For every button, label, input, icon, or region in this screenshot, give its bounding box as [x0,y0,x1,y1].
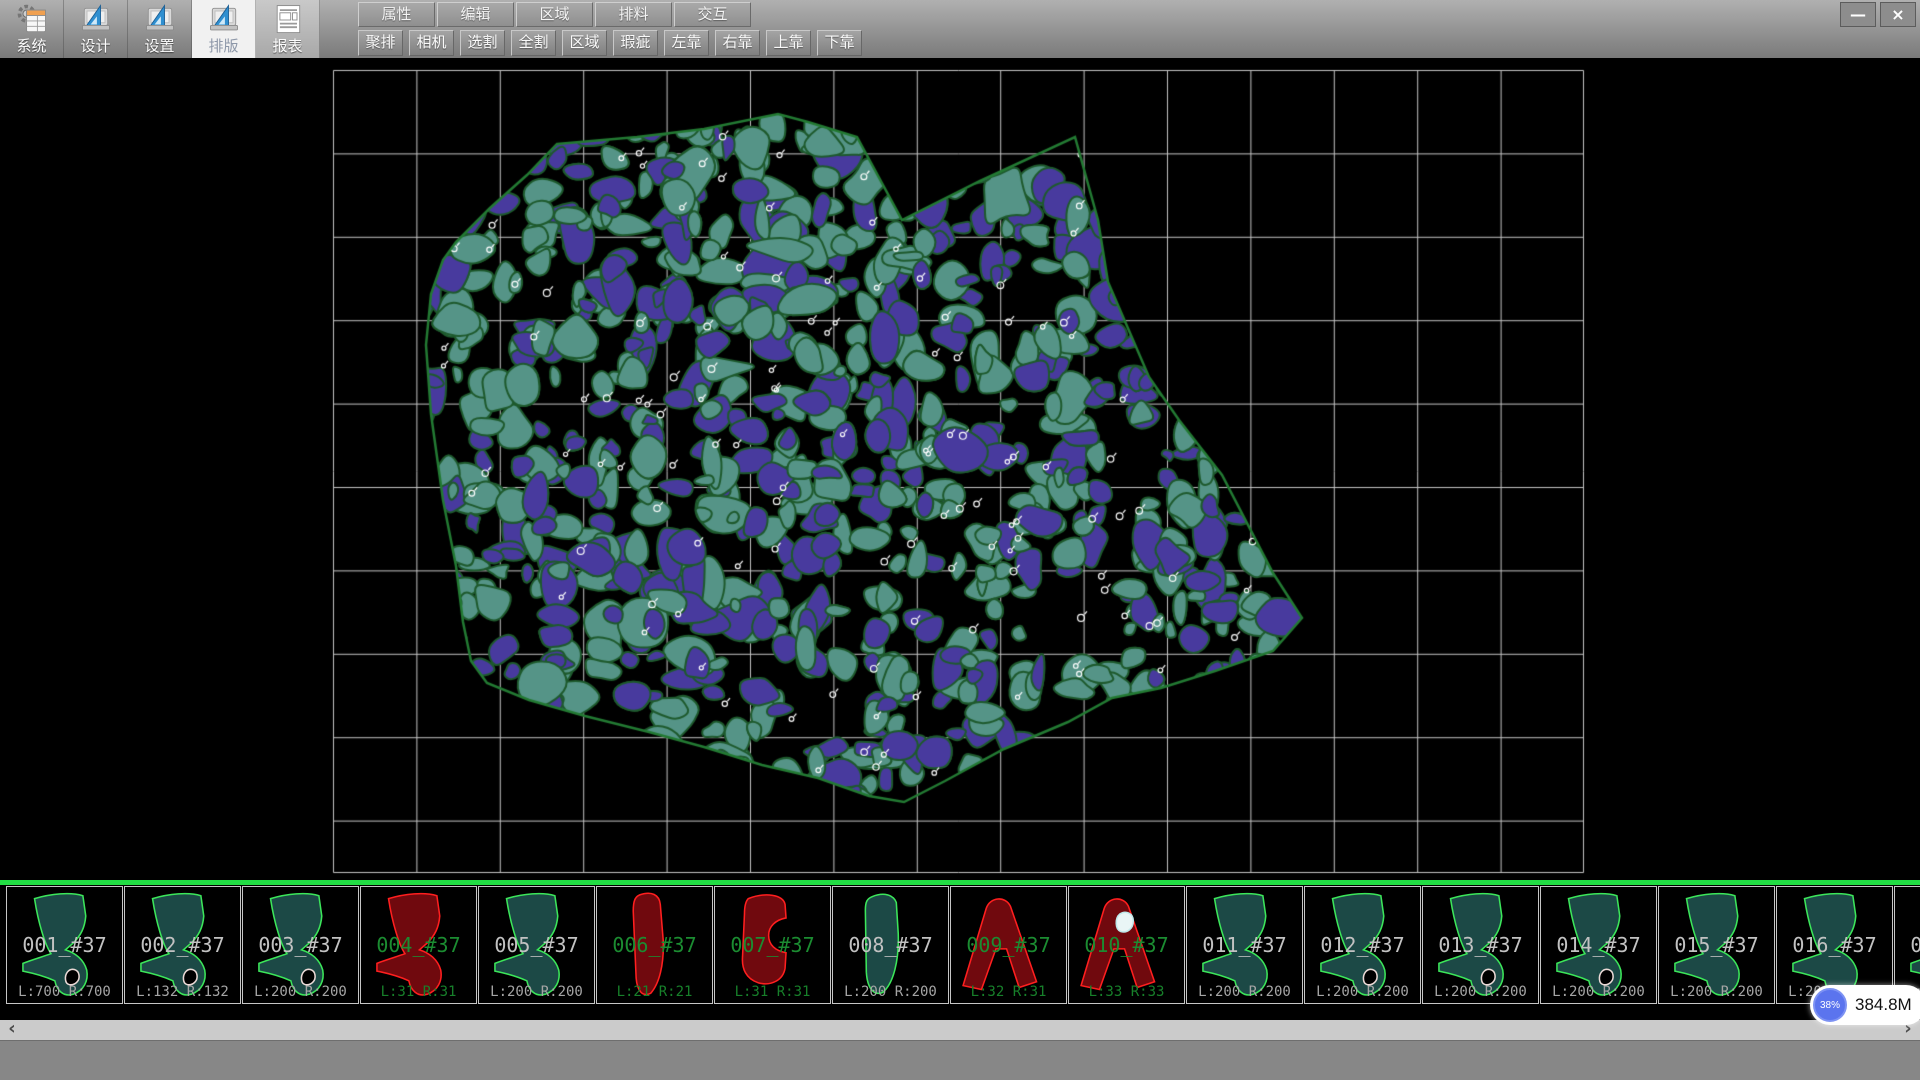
thumbnail-piece-011_#37[interactable]: 011_#37 L:200 R:200 [1186,886,1303,1004]
piece-id: 014_#37 [1541,933,1656,957]
app-tab-label: 排版 [208,38,238,56]
piece-id: 016_#37 [1777,933,1892,957]
thumbnail-piece-007_#37[interactable]: 007_#37 L:31 R:31 [714,886,831,1004]
nesting-canvas[interactable] [0,58,1920,880]
piece-id: 015_#37 [1659,933,1774,957]
piece-id: 003_#37 [243,933,358,957]
nesting-ruler-icon [204,2,244,38]
piece-lr-count: L:200 R:200 [479,984,594,1000]
piece-lr-count: L:200 R:200 [833,984,948,1000]
window-controls: — × [1840,2,1916,27]
piece-lr-count: L:200 R:200 [243,984,358,1000]
thumbnail-piece-010_#37[interactable]: 010_#37 L:33 R:33 [1068,886,1185,1004]
thumbnail-piece-014_#37[interactable]: 014_#37 L:200 R:200 [1540,886,1657,1004]
menu-area: 属性编辑区域排料交互 聚排相机选割全割区域瑕疵左靠右靠上靠下靠 [358,0,862,58]
piece-id: 008_#37 [833,933,948,957]
scroll-left-icon[interactable]: ‹ [2,1020,22,1040]
piece-id: 010_#37 [1069,933,1184,957]
close-button[interactable]: × [1880,2,1916,27]
tool-button-2[interactable]: 相机 [409,30,454,56]
piece-id: 012_#37 [1305,933,1420,957]
app-tab-5[interactable]: 报表 [256,0,320,58]
app-tab-2[interactable]: 设计 [64,0,128,58]
status-badge[interactable]: 38% 384.8M [1810,985,1920,1025]
piece-id: 002_#37 [125,933,240,957]
tool-button-5[interactable]: 区域 [562,30,607,56]
tool-button-7[interactable]: 左靠 [664,30,709,56]
menu-tab-5[interactable]: 交互 [674,2,751,27]
menu-tab-1[interactable]: 属性 [358,2,435,27]
tool-button-10[interactable]: 下靠 [817,30,862,56]
piece-id: 005_#37 [479,933,594,957]
settings-ruler-icon [140,2,180,38]
tool-button-3[interactable]: 选割 [460,30,505,56]
piece-id: 006_#37 [597,933,712,957]
piece-id: 007_#37 [715,933,830,957]
piece-lr-count: L:31 R:31 [361,984,476,1000]
menu-tab-row: 属性编辑区域排料交互 [358,2,862,27]
piece-lr-count: L:31 R:31 [715,984,830,1000]
piece-id: 009_#37 [951,933,1066,957]
design-ruler-icon [76,2,116,38]
menu-tab-4[interactable]: 排料 [595,2,672,27]
piece-lr-count: L:200 R:200 [1423,984,1538,1000]
menu-tab-3[interactable]: 区域 [516,2,593,27]
progress-circle: 38% [1813,988,1847,1022]
thumbnail-piece-002_#37[interactable]: 002_#37 L:132 R:132 [124,886,241,1004]
horizontal-scrollbar[interactable]: ‹ › [0,1020,1920,1040]
report-document-icon [268,2,308,38]
piece-lr-count: L:21 R:21 [597,984,712,1000]
thumbnail-piece-009_#37[interactable]: 009_#37 L:32 R:31 [950,886,1067,1004]
tool-button-4[interactable]: 全割 [511,30,556,56]
pieces-strip: 001_#37L:700 R:700002_#37L:132 R:132003_… [0,880,1920,1020]
memory-readout: 384.8M [1855,995,1912,1015]
pieces-list: 001_#37L:700 R:700002_#37L:132 R:132003_… [0,886,1920,1004]
piece-id: 011_#37 [1187,933,1302,957]
app-tab-label: 设计 [80,38,110,56]
piece-lr-count: L:700 R:700 [7,984,122,1000]
menu-tab-2[interactable]: 编辑 [437,2,514,27]
strip-accent-line [0,880,1920,885]
tool-button-1[interactable]: 聚排 [358,30,403,56]
thumbnail-piece-005_#37[interactable]: 005_#37 L:200 R:200 [478,886,595,1004]
tool-button-9[interactable]: 上靠 [766,30,811,56]
app-tab-3[interactable]: 设置 [128,0,192,58]
thumbnail-piece-008_#37[interactable]: 008_#37 L:200 R:200 [832,886,949,1004]
piece-id: 017_#37 [1895,933,1920,957]
app-tab-label: 系统 [16,38,46,56]
thumbnail-piece-015_#37[interactable]: 015_#37 L:200 R:200 [1658,886,1775,1004]
piece-lr-count: L:200 R:200 [1659,984,1774,1000]
main-toolbar: 系统设计设置排版报表 属性编辑区域排料交互 聚排相机选割全割区域瑕疵左靠右靠上靠… [0,0,1920,58]
piece-lr-count: L:33 R:33 [1069,984,1184,1000]
system-gear-icon [12,2,52,38]
piece-lr-count: L:132 R:132 [125,984,240,1000]
piece-id: 013_#37 [1423,933,1538,957]
piece-lr-count: L:200 R:200 [1305,984,1420,1000]
app-tab-label: 设置 [144,38,174,56]
piece-lr-count: L:200 R:200 [1187,984,1302,1000]
piece-lr-count: L:200 R:200 [1541,984,1656,1000]
app-mode-tabs: 系统 设计 设置 排版 报表 [0,0,320,58]
thumbnail-piece-013_#37[interactable]: 013_#37 L:200 R:200 [1422,886,1539,1004]
thumbnail-piece-012_#37[interactable]: 012_#37 L:200 R:200 [1304,886,1421,1004]
piece-id: 004_#37 [361,933,476,957]
thumbnail-piece-006_#37[interactable]: 006_#37 L:21 R:21 [596,886,713,1004]
app-tab-label: 报表 [272,38,302,56]
tool-button-6[interactable]: 瑕疵 [613,30,658,56]
thumbnail-piece-003_#37[interactable]: 003_#37 L:200 R:200 [242,886,359,1004]
minimize-button[interactable]: — [1840,2,1876,27]
app-tab-4[interactable]: 排版 [192,0,256,58]
status-bar [0,1040,1920,1080]
piece-id: 001_#37 [7,933,122,957]
app-window: 系统设计设置排版报表 属性编辑区域排料交互 聚排相机选割全割区域瑕疵左靠右靠上靠… [0,0,1920,1080]
tool-button-8[interactable]: 右靠 [715,30,760,56]
thumbnail-piece-001_#37[interactable]: 001_#37 L:700 R:700 [6,886,123,1004]
piece-lr-count: L:32 R:31 [951,984,1066,1000]
tool-button-row: 聚排相机选割全割区域瑕疵左靠右靠上靠下靠 [358,30,862,56]
thumbnail-piece-004_#37[interactable]: 004_#37 L:31 R:31 [360,886,477,1004]
app-tab-1[interactable]: 系统 [0,0,64,58]
